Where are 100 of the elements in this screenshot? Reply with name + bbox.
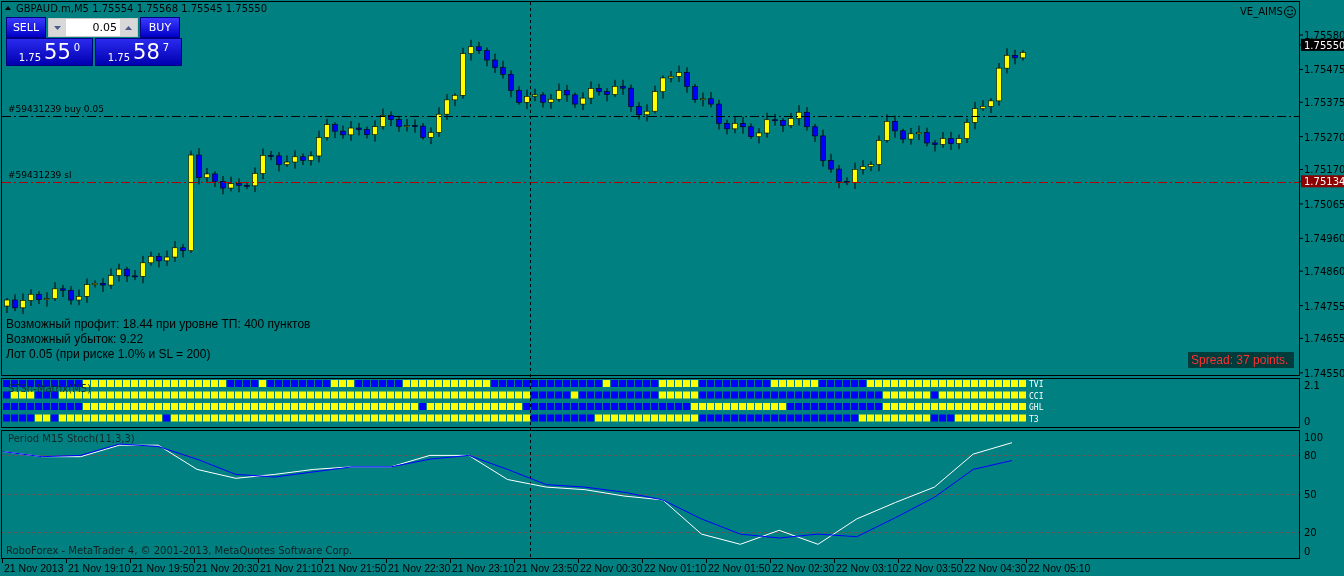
- candle: [404, 118, 410, 132]
- candle: [244, 182, 250, 190]
- candle: [948, 131, 954, 151]
- price-label: 1.75065: [1304, 198, 1344, 210]
- level-label: 80: [1304, 450, 1317, 462]
- price-label: 1.75475: [1304, 64, 1344, 76]
- candle: [620, 79, 626, 96]
- candle: [572, 92, 578, 109]
- candle: [788, 112, 794, 129]
- candle: [836, 164, 842, 189]
- candle: [556, 82, 562, 103]
- time-label: 21 Nov 2013: [4, 562, 64, 574]
- candle: [780, 117, 786, 133]
- candle: [412, 118, 418, 134]
- candle: [204, 167, 210, 183]
- candle: [644, 103, 650, 122]
- candle: [796, 104, 802, 126]
- candle: [884, 113, 890, 144]
- time-label: 22 Nov 01:10: [644, 562, 707, 574]
- decrease-button[interactable]: [49, 19, 66, 36]
- candle: [124, 266, 130, 283]
- order-label: #59431239 buy 0.05: [8, 104, 104, 114]
- time-label: 21 Nov 20:30: [196, 562, 259, 574]
- candle: [972, 101, 978, 130]
- candle: [396, 115, 402, 133]
- candle: [876, 134, 882, 172]
- candle: [636, 101, 642, 121]
- row-label: TVI: [1029, 380, 1044, 389]
- candle: [860, 159, 866, 176]
- candle: [628, 84, 634, 113]
- triangle-icon[interactable]: [5, 6, 11, 10]
- candle: [492, 53, 498, 74]
- candle: [452, 92, 458, 107]
- candle: [60, 284, 66, 298]
- candle: [684, 66, 690, 94]
- candle: [52, 281, 58, 302]
- row-label: CCI: [1029, 391, 1044, 401]
- candle: [612, 79, 618, 98]
- chart-title: GBPAUD.m,M5 1.75554 1.75568 1.75545 1.75550: [16, 3, 268, 14]
- candle: [604, 87, 610, 102]
- candle: [252, 166, 258, 193]
- candle: [564, 84, 570, 103]
- candle: [12, 293, 18, 312]
- candle: [332, 121, 338, 139]
- candle: [916, 125, 922, 141]
- price-label: 1.74550: [1304, 367, 1344, 379]
- candle: [500, 60, 506, 80]
- candle: [220, 175, 226, 195]
- increase-button[interactable]: [120, 19, 137, 36]
- copyright-text: RoboForex - MetaTrader 4, © 2001-2013, MetaQuotes Software Corp.: [6, 545, 353, 556]
- price-label: 1.75375: [1304, 97, 1344, 109]
- sell-button[interactable]: SELL: [6, 17, 46, 38]
- candle: [764, 112, 770, 139]
- candle: [828, 153, 834, 174]
- candle: [388, 110, 394, 127]
- price-label: 1.75580: [1304, 30, 1344, 41]
- time-label: 21 Nov 22:30: [388, 562, 451, 574]
- candle: [596, 83, 602, 97]
- time-label: 21 Nov 21:10: [260, 562, 323, 574]
- candle: [340, 125, 346, 140]
- candle: [924, 127, 930, 147]
- candle: [988, 97, 994, 114]
- candle: [140, 255, 146, 284]
- candle: [284, 154, 290, 168]
- time-label: 22 Nov 00:30: [580, 562, 643, 574]
- caret-up-icon: [125, 25, 132, 30]
- price-label: 1.74655: [1304, 333, 1344, 345]
- candle: [852, 162, 858, 190]
- candle: [436, 106, 442, 138]
- candle: [164, 250, 170, 267]
- price-label: 1.74960: [1304, 233, 1344, 245]
- candle: [364, 126, 370, 139]
- time-label: 21 Nov 23:10: [452, 562, 515, 574]
- time-label: 21 Nov 23:50: [516, 562, 579, 574]
- candle: [276, 151, 282, 172]
- time-label: 21 Nov 21:50: [324, 562, 387, 574]
- candle: [212, 170, 218, 188]
- candle: [236, 177, 242, 193]
- lot-spinner[interactable]: 0.05: [48, 18, 138, 37]
- candle: [1004, 47, 1010, 74]
- candle: [660, 74, 666, 100]
- candle: [692, 83, 698, 104]
- candle: [116, 263, 122, 282]
- spread-text: Spread: 37 points.: [1191, 353, 1289, 367]
- time-label: 22 Nov 04:30: [964, 562, 1027, 574]
- candle: [468, 39, 474, 62]
- candle: [1020, 49, 1026, 62]
- candle: [108, 268, 114, 290]
- candle: [652, 85, 658, 114]
- time-label: 21 Nov 19:10: [68, 562, 131, 574]
- info-text: Возможный убыток: 9.22: [6, 332, 144, 346]
- candle: [516, 85, 522, 106]
- candle: [44, 291, 50, 308]
- candle: [228, 176, 234, 192]
- buy-button[interactable]: BUY: [140, 17, 180, 38]
- chart-title: Period M15 Stoch(11,3,3): [8, 433, 135, 444]
- candle: [132, 269, 138, 281]
- candle: [724, 119, 730, 135]
- time-label: 22 Nov 03:10: [836, 562, 899, 574]
- price-label: 1.75170: [1304, 164, 1344, 176]
